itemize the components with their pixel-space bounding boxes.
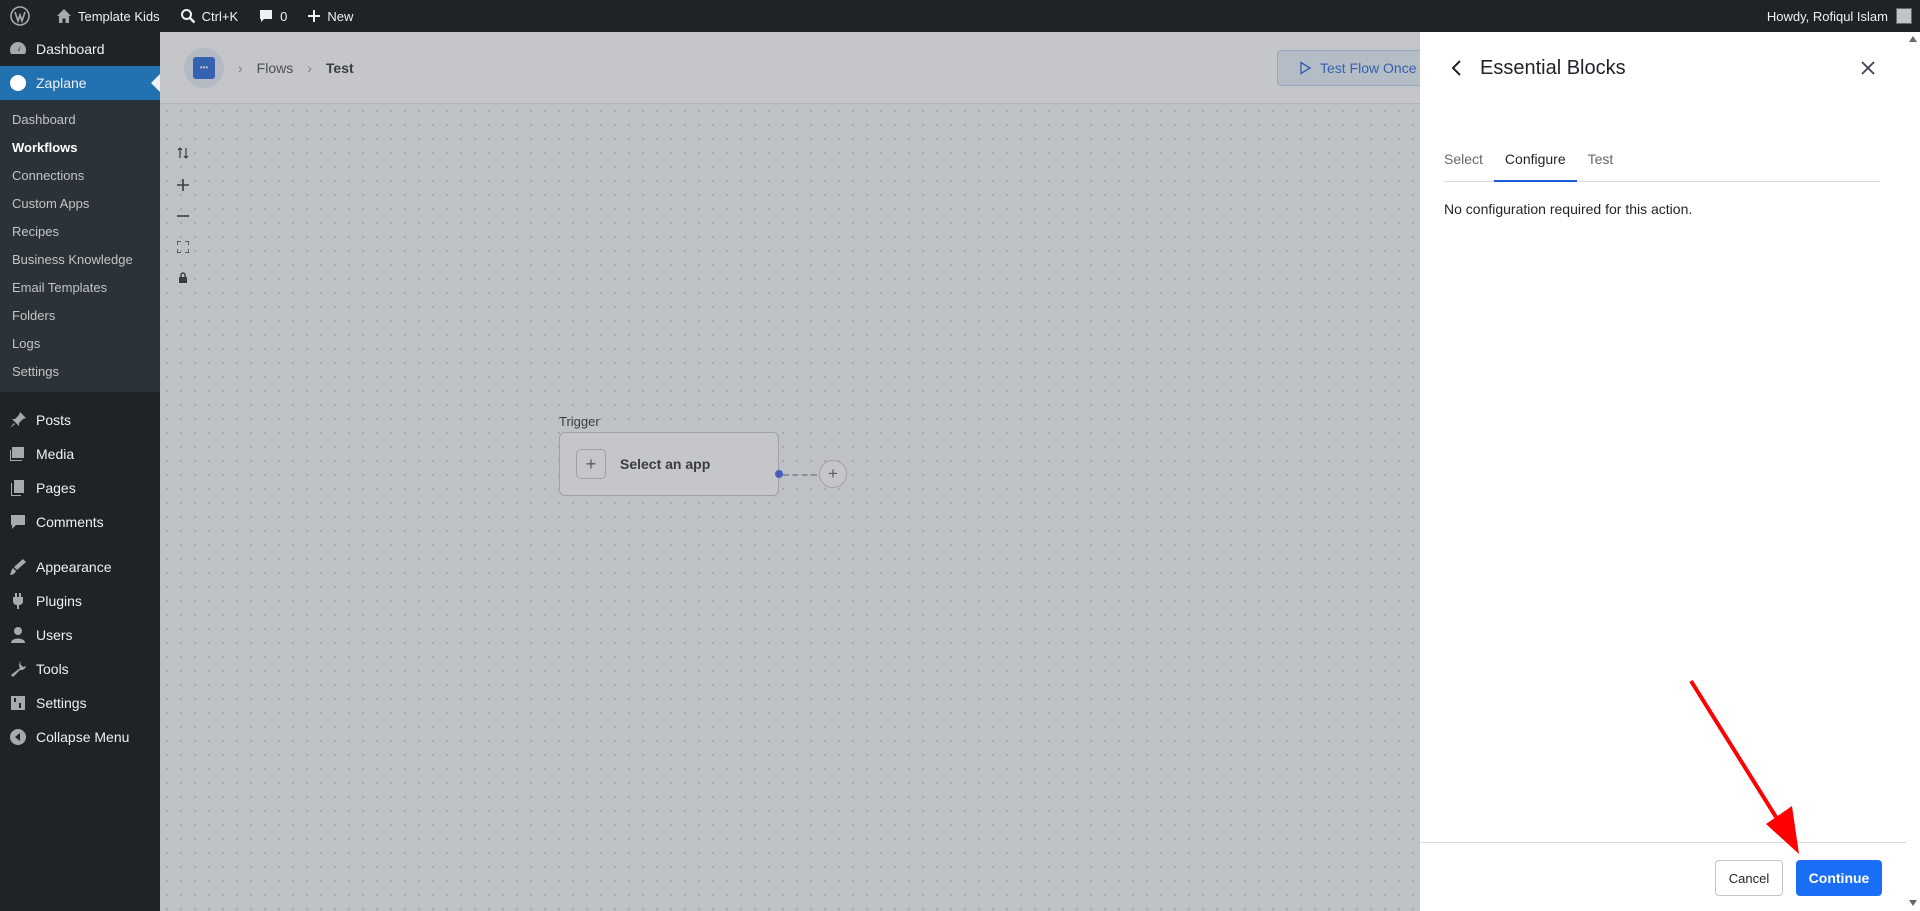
menu-settings-label: Settings (36, 695, 87, 711)
menu-zaplane-label: Zaplane (36, 75, 87, 91)
wordpress-logo[interactable] (0, 0, 46, 32)
site-name: Template Kids (78, 8, 160, 24)
submenu-workflows[interactable]: Workflows (0, 134, 160, 162)
menu-collapse[interactable]: Collapse Menu (0, 720, 160, 754)
menu-pages[interactable]: Pages (0, 471, 160, 505)
tab-select[interactable]: Select (1444, 144, 1494, 182)
menu-zaplane[interactable]: Zaplane (0, 66, 160, 100)
panel-header: Essential Blocks (1420, 32, 1900, 104)
menu-separator (0, 392, 160, 403)
close-button[interactable] (1858, 58, 1878, 78)
comments-count: 0 (280, 8, 288, 24)
comments-link[interactable]: 0 (248, 0, 297, 32)
home-icon (57, 9, 71, 23)
menu-dashboard-label: Dashboard (36, 41, 105, 57)
menu-tools[interactable]: Tools (0, 652, 160, 686)
menu-comments-label: Comments (36, 514, 104, 530)
user-icon (11, 627, 25, 643)
settings-icon (11, 696, 25, 710)
search-shortcut-label: Ctrl+K (201, 8, 239, 24)
new-label: New (327, 8, 354, 24)
avatar (1896, 8, 1912, 24)
site-name-link[interactable]: Template Kids (46, 0, 170, 32)
menu-appearance-label: Appearance (36, 559, 112, 575)
menu-pages-label: Pages (36, 480, 76, 496)
pages-icon (11, 480, 24, 496)
continue-button[interactable]: Continue (1796, 860, 1882, 896)
brush-icon (10, 559, 26, 575)
menu-dashboard[interactable]: Dashboard (0, 32, 160, 66)
close-icon (1861, 61, 1875, 75)
plugin-icon (13, 593, 23, 609)
menu-collapse-label: Collapse Menu (36, 729, 130, 745)
menu-plugins-label: Plugins (36, 593, 82, 609)
dashboard-icon (9, 42, 27, 54)
submenu-connections[interactable]: Connections (0, 162, 160, 190)
submenu-email-templates[interactable]: Email Templates (0, 274, 160, 302)
menu-posts-label: Posts (36, 412, 72, 428)
modal-overlay[interactable] (160, 32, 1420, 911)
menu-plugins[interactable]: Plugins (0, 584, 160, 618)
tab-test[interactable]: Test (1577, 144, 1625, 182)
submenu-recipes[interactable]: Recipes (0, 218, 160, 246)
tab-configure[interactable]: Configure (1493, 144, 1577, 182)
action-config-panel: Essential Blocks Select Configure Test N… (1420, 32, 1920, 911)
zaplane-submenu: Dashboard Workflows Connections Custom A… (0, 100, 160, 392)
panel-tabs: Select Configure Test (1444, 144, 1880, 182)
submenu-custom-apps[interactable]: Custom Apps (0, 190, 160, 218)
menu-separator (0, 539, 160, 550)
wordpress-icon (10, 6, 30, 26)
chevron-left-icon (1451, 60, 1461, 76)
menu-users-label: Users (36, 627, 73, 643)
plus-icon (308, 10, 321, 22)
panel-footer: Cancel Continue (1420, 842, 1906, 911)
admin-bar: Template Kids Ctrl+K 0 New Howdy, Rofiqu… (0, 0, 1920, 32)
menu-media-label: Media (36, 446, 75, 462)
zaplane-icon (10, 75, 26, 91)
scrollbar[interactable] (1906, 32, 1920, 911)
menu-users[interactable]: Users (0, 618, 160, 652)
search-shortcut[interactable]: Ctrl+K (170, 0, 248, 32)
menu-tools-label: Tools (36, 661, 69, 677)
pin-icon (10, 412, 26, 428)
my-account[interactable]: Howdy, Rofiqul Islam (1767, 0, 1920, 32)
wrench-icon (11, 661, 26, 677)
collapse-icon (10, 729, 26, 745)
panel-title: Essential Blocks (1480, 56, 1626, 79)
comment-icon (260, 10, 273, 22)
howdy-text: Howdy, Rofiqul Islam (1766, 8, 1888, 24)
search-icon (180, 9, 196, 24)
submenu-dashboard[interactable]: Dashboard (0, 106, 160, 134)
scroll-down-icon[interactable] (1909, 900, 1917, 906)
menu-settings[interactable]: Settings (0, 686, 160, 720)
submenu-logs[interactable]: Logs (0, 330, 160, 358)
back-button[interactable] (1446, 58, 1466, 78)
configuration-message: No configuration required for this actio… (1444, 201, 1693, 217)
comments-icon (11, 515, 25, 529)
submenu-folders[interactable]: Folders (0, 302, 160, 330)
menu-appearance[interactable]: Appearance (0, 550, 160, 584)
admin-menu: Dashboard Zaplane Dashboard Workflows Co… (0, 32, 160, 911)
menu-media[interactable]: Media (0, 437, 160, 471)
cancel-button[interactable]: Cancel (1715, 860, 1783, 896)
submenu-settings[interactable]: Settings (0, 358, 160, 386)
media-icon (10, 447, 24, 461)
submenu-business-knowledge[interactable]: Business Knowledge (0, 246, 160, 274)
new-content-link[interactable]: New (297, 0, 363, 32)
menu-comments[interactable]: Comments (0, 505, 160, 539)
menu-posts[interactable]: Posts (0, 403, 160, 437)
scroll-up-icon[interactable] (1909, 36, 1917, 42)
